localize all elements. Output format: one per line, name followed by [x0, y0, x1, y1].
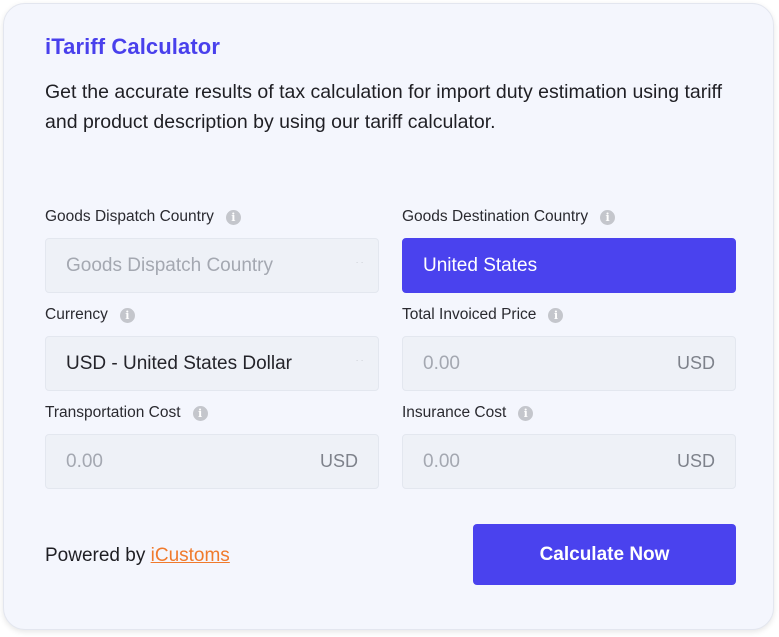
destination-country-value: United States — [423, 254, 538, 276]
calculator-title: iTariff Calculator — [45, 34, 220, 59]
destination-country-label: Goods Destination Country — [402, 208, 589, 225]
calculator-description: Get the accurate results of tax calculat… — [45, 81, 723, 133]
transportation-cost-label: Transportation Cost — [45, 404, 181, 421]
insurance-cost-label: Insurance Cost — [402, 404, 507, 421]
destination-country-select[interactable]: United States — [402, 238, 736, 293]
info-icon[interactable]: i — [119, 307, 135, 323]
powered-by: Powered by iCustoms — [45, 545, 230, 567]
insurance-cost-placeholder: 0.00 — [423, 450, 460, 472]
dispatch-country-select[interactable]: Goods Dispatch Country ˙˙ — [45, 238, 379, 293]
chevron-down-icon: ˙˙ — [356, 358, 366, 369]
insurance-cost-input[interactable]: 0.00 USD — [402, 434, 736, 489]
dispatch-country-placeholder: Goods Dispatch Country — [66, 254, 273, 276]
currency-suffix: USD — [676, 353, 715, 373]
total-invoiced-price-placeholder: 0.00 — [423, 352, 460, 374]
total-invoiced-price-label-group: Total Invoiced Price i — [402, 305, 564, 325]
transportation-cost-label-group: Transportation Cost i — [45, 403, 208, 423]
info-icon[interactable]: i — [600, 209, 616, 225]
currency-select[interactable]: USD - United States Dollar ˙˙ — [45, 336, 379, 391]
currency-label: Currency — [45, 306, 108, 323]
destination-country-label-group: Goods Destination Country i — [402, 207, 616, 227]
currency-value: USD - United States Dollar — [66, 352, 292, 374]
transportation-cost-input[interactable]: 0.00 USD — [45, 434, 379, 489]
info-icon[interactable]: i — [192, 405, 208, 421]
info-icon[interactable]: i — [518, 405, 534, 421]
chevron-down-icon: ˙˙ — [356, 260, 366, 271]
dispatch-country-label-group: Goods Dispatch Country i — [45, 207, 241, 227]
powered-by-text: Powered by — [45, 545, 146, 566]
currency-suffix: USD — [319, 451, 358, 471]
dispatch-country-label: Goods Dispatch Country — [45, 208, 214, 225]
total-invoiced-price-input[interactable]: 0.00 USD — [402, 336, 736, 391]
currency-suffix: USD — [676, 451, 715, 471]
currency-label-group: Currency i — [45, 305, 135, 325]
icustoms-link[interactable]: iCustoms — [151, 545, 230, 566]
info-icon[interactable]: i — [225, 209, 241, 225]
transportation-cost-placeholder: 0.00 — [66, 450, 103, 472]
insurance-cost-label-group: Insurance Cost i — [402, 403, 534, 423]
info-icon[interactable]: i — [548, 307, 564, 323]
itariff-calculator-card: iTariff Calculator Get the accurate resu… — [3, 3, 774, 630]
calculate-now-button[interactable]: Calculate Now — [473, 524, 736, 585]
total-invoiced-price-label: Total Invoiced Price — [402, 306, 537, 323]
